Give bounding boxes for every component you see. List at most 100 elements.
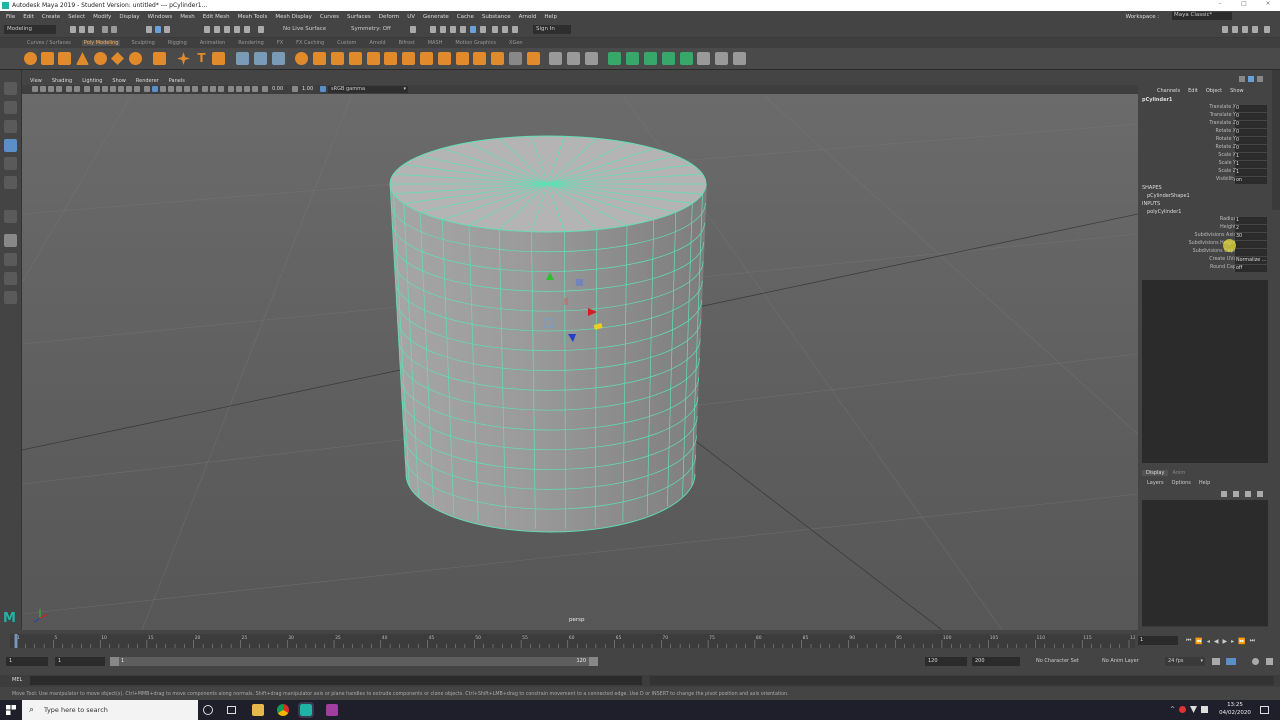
delete-history-icon[interactable]	[733, 52, 746, 65]
cb-menu-show[interactable]: Show	[1230, 88, 1244, 94]
cb-menu-object[interactable]: Object	[1206, 88, 1222, 94]
input-value[interactable]	[1235, 249, 1267, 256]
live-surface-field[interactable]: No Live Surface	[280, 25, 338, 34]
range-slider-start-handle[interactable]	[110, 657, 119, 666]
menu-arnold[interactable]: Arnold	[519, 14, 537, 20]
new-layer-selected-icon[interactable]	[1257, 491, 1263, 497]
channel-value[interactable]: 1	[1235, 153, 1267, 160]
channel-label[interactable]: Rotate Z	[1215, 145, 1236, 150]
channel-label[interactable]: Translate X	[1209, 105, 1236, 110]
snap-curve-icon[interactable]	[214, 26, 220, 33]
channel-label[interactable]: Translate Z	[1209, 121, 1236, 126]
snap-grid-icon[interactable]	[204, 26, 210, 33]
go-to-end-icon[interactable]: ⏭	[1250, 637, 1255, 645]
playback-start-field[interactable]: 1	[55, 657, 105, 666]
grease-pencil-icon[interactable]	[74, 86, 80, 92]
wedge-icon[interactable]	[456, 52, 469, 65]
channel-label[interactable]: Translate Y	[1210, 113, 1236, 118]
snap-projected-icon[interactable]	[234, 26, 240, 33]
select-camera-icon[interactable]	[32, 86, 38, 92]
channel-value[interactable]: 0	[1235, 129, 1267, 136]
shelf-tab-mash[interactable]: MASH	[426, 40, 445, 46]
shelf-tab-poly-modeling[interactable]: Poly Modeling	[81, 40, 121, 46]
auto-key-icon[interactable]	[1226, 658, 1236, 665]
exposure-value[interactable]: 0.00	[272, 86, 283, 92]
current-frame-field[interactable]: 1	[1138, 636, 1178, 645]
channel-box-icon[interactable]	[1239, 76, 1245, 82]
xray-joints-icon[interactable]	[244, 86, 250, 92]
cb-menu-channels[interactable]: Channels	[1157, 88, 1180, 94]
camera-attributes-icon[interactable]	[40, 86, 46, 92]
input-value[interactable]: 2	[1235, 225, 1267, 232]
shelf-tab-xgen[interactable]: XGen	[507, 40, 525, 46]
timeline-ticks[interactable]: 1 5 10 15 20 25 30 35 40 45 50 55 60 65 70 75 80 85 90 95 10…	[10, 634, 1135, 648]
input-value[interactable]: off	[1235, 265, 1267, 272]
menu-generate[interactable]: Generate	[423, 14, 449, 20]
channel-label[interactable]: Scale Y	[1219, 161, 1236, 166]
menu-help[interactable]: Help	[544, 14, 557, 20]
modeling-toolkit-icon[interactable]	[492, 26, 498, 33]
separate-icon[interactable]	[254, 52, 267, 65]
channel-label[interactable]: Visibility	[1216, 177, 1236, 182]
antivirus-icon[interactable]	[1179, 706, 1187, 713]
resolution-gate-icon[interactable]	[102, 86, 108, 92]
fps-dropdown[interactable]: 24 fps ▾	[1165, 657, 1205, 666]
channel-box-toggle-icon[interactable]	[1264, 26, 1270, 33]
grid-icon[interactable]	[84, 86, 90, 92]
paint-select-icon[interactable]	[4, 120, 17, 133]
mirror-icon[interactable]	[313, 52, 326, 65]
channel-label[interactable]: Rotate X	[1215, 129, 1236, 134]
snap-point-icon[interactable]	[224, 26, 230, 33]
image-plane-icon[interactable]	[56, 86, 62, 92]
menu-curves[interactable]: Curves	[320, 14, 339, 20]
uv-editor-icon[interactable]	[608, 52, 621, 65]
xray-icon[interactable]	[236, 86, 242, 92]
scale-tool-icon[interactable]	[4, 176, 17, 189]
menu-mesh-display[interactable]: Mesh Display	[275, 14, 312, 20]
menu-surfaces[interactable]: Surfaces	[347, 14, 371, 20]
input-label[interactable]: Radius	[1220, 217, 1236, 222]
file-explorer-icon[interactable]	[252, 704, 264, 716]
menu-uv[interactable]: UV	[407, 14, 415, 20]
menu-windows[interactable]: Windows	[148, 14, 173, 20]
maximize-icon[interactable]: □	[1232, 0, 1256, 7]
menu-mesh-tools[interactable]: Mesh Tools	[238, 14, 268, 20]
menu-display[interactable]: Display	[119, 14, 139, 20]
shelf-tab-bifrost[interactable]: Bifrost	[397, 40, 417, 46]
undo-icon[interactable]	[102, 26, 108, 33]
panel-menu-renderer[interactable]: Renderer	[136, 78, 159, 84]
minimize-icon[interactable]: –	[1208, 0, 1232, 7]
soft-select-icon[interactable]	[697, 52, 710, 65]
two-d-pan-icon[interactable]	[66, 86, 72, 92]
poly-sphere-icon[interactable]	[24, 52, 37, 65]
panel-menu-show[interactable]: Show	[112, 78, 126, 84]
quad-draw-icon[interactable]	[585, 52, 598, 65]
channel-label[interactable]: Rotate Y	[1216, 137, 1236, 142]
workspace-dropdown[interactable]: Maya Classic*	[1172, 12, 1232, 20]
go-to-start-icon[interactable]: ⏮	[1186, 637, 1191, 645]
input-label[interactable]: Height	[1220, 225, 1236, 230]
bevel-icon[interactable]	[384, 52, 397, 65]
layout-single-icon[interactable]	[1222, 26, 1228, 33]
start-time-field[interactable]: 1	[6, 657, 48, 666]
shelf-tab-curves-surfaces[interactable]: Curves / Surfaces	[25, 40, 73, 46]
select-hierarchy-icon[interactable]	[146, 26, 152, 33]
windows-start-icon[interactable]	[6, 705, 16, 715]
input-value[interactable]: 30	[1235, 233, 1267, 240]
last-tool-icon[interactable]	[4, 210, 17, 223]
channel-value[interactable]: 1	[1235, 161, 1267, 168]
menu-create[interactable]: Create	[42, 14, 60, 20]
play-backwards-icon[interactable]: ◀	[1214, 638, 1219, 645]
smooth-shade-icon[interactable]	[152, 86, 158, 92]
xray-components-icon[interactable]	[252, 86, 258, 92]
screen-space-ao-icon[interactable]	[202, 86, 208, 92]
layer-menu-help[interactable]: Help	[1199, 480, 1210, 486]
layout-channel-box-icon[interactable]	[1252, 26, 1258, 33]
channel-value[interactable]: 0	[1235, 121, 1267, 128]
shelf-tab-fx[interactable]: FX	[275, 40, 285, 46]
move-layer-down-icon[interactable]	[1233, 491, 1239, 497]
layout-persp-outliner-icon[interactable]	[4, 272, 17, 285]
channel-label[interactable]: Scale Z	[1218, 169, 1236, 174]
svg-tool-icon[interactable]	[212, 52, 225, 65]
menu-edit[interactable]: Edit	[23, 14, 34, 20]
